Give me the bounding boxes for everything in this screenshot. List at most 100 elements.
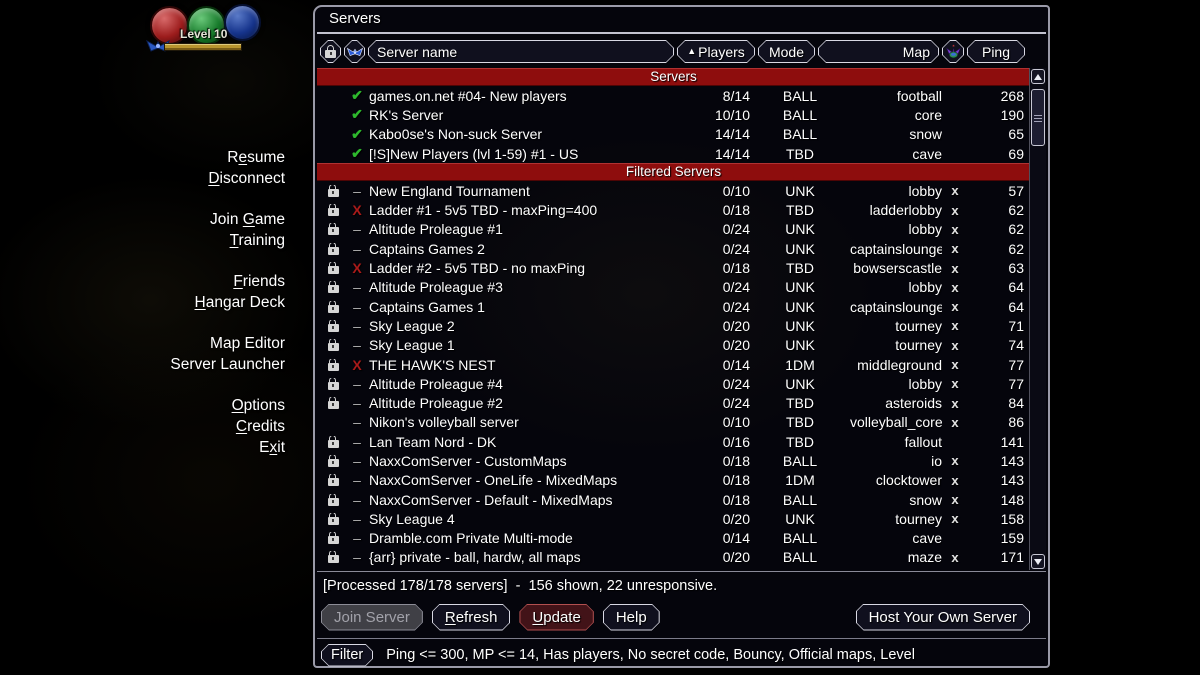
column-map[interactable]: Map [818,40,939,63]
main-menu: ResumeDisconnect Join GameTraining Friends… [0,148,287,479]
table-row[interactable]: – NaxxComServer - OneLife - MixedMaps 0/… [317,471,1030,490]
column-rank-button[interactable] [344,40,365,63]
table-row[interactable]: – {arr} private - ball, hardw, all maps … [317,548,1030,567]
server-players: 0/24 [680,221,750,237]
window-title: Servers [329,10,381,27]
scroll-down-button[interactable] [1031,554,1045,569]
table-row[interactable]: – Altitude Proleague #4 0/24 UNK lobby x… [317,374,1030,393]
column-ping[interactable]: Ping [967,40,1025,63]
server-name: Captains Games 1 [369,299,680,315]
menu-item-friends[interactable]: Friends [0,272,285,293]
menu-item-credits[interactable]: Credits [0,417,285,438]
server-map: middleground [850,357,942,373]
filter-button-label: Filter [322,645,372,666]
table-row[interactable]: – NaxxComServer - Default - MixedMaps 0/… [317,490,1030,509]
table-row[interactable]: ✔ [!S]New Players (lvl 1-59) #1 - US 14/… [317,144,1030,163]
menu-item-options[interactable]: Options [0,396,285,417]
server-ping: 64 [968,299,1024,315]
row-status-icon: – [345,530,369,546]
table-row[interactable]: X Ladder #2 - 5v5 TBD - no maxPing 0/18 … [317,258,1030,277]
table-row[interactable]: – NaxxComServer - CustomMaps 0/18 BALL i… [317,451,1030,470]
server-players: 0/14 [680,530,750,546]
table-row[interactable]: – Captains Games 2 0/24 UNK captainsloun… [317,239,1030,258]
lock-icon [328,343,339,351]
server-ping: 268 [968,88,1024,104]
server-name: Altitude Proleague #1 [369,221,680,237]
table-row[interactable]: – Captains Games 1 0/24 UNK captainsloun… [317,297,1030,316]
lock-icon [328,478,339,486]
table-row[interactable]: – Altitude Proleague #2 0/24 TBD asteroi… [317,393,1030,412]
table-row[interactable]: ✔ RK's Server 10/10 BALL core 190 [317,105,1030,124]
server-mode: BALL [750,453,850,469]
table-row[interactable]: ✔ Kabo0se's Non-suck Server 14/14 BALL s… [317,125,1030,144]
column-official-button[interactable] [942,40,964,63]
scrollbar[interactable] [1029,68,1046,570]
lock-icon [328,363,339,371]
row-status-icon: X [345,357,369,373]
server-ping: 57 [968,183,1024,199]
row-status-icon: X [345,202,369,218]
server-map: tourney [850,318,942,334]
lock-icon [328,227,339,235]
refresh-button[interactable]: Refresh [432,604,511,631]
menu-item-disconnect[interactable]: Disconnect [0,169,285,190]
server-name: Ladder #2 - 5v5 TBD - no maxPing [369,260,680,276]
row-status-icon: – [345,395,369,411]
menu-item-exit[interactable]: Exit [0,438,285,459]
lock-icon [328,536,339,544]
table-row[interactable]: – Sky League 1 0/20 UNK tourney x 74 [317,336,1030,355]
table-row[interactable]: – Nikon's volleyball server 0/10 TBD vol… [317,413,1030,432]
table-row[interactable]: X THE HAWK'S NEST 0/14 1DM middleground … [317,355,1030,374]
column-mode[interactable]: Mode [758,40,815,63]
column-lock-button[interactable] [320,40,341,63]
server-map: maze [850,549,942,565]
help-button[interactable]: Help [603,604,660,631]
server-name: Nikon's volleyball server [369,414,680,430]
server-map: ladderlobby [850,202,942,218]
server-map-flag: x [942,511,968,526]
server-mode: BALL [750,126,850,142]
column-players[interactable]: ▲Players [677,40,755,63]
server-map: io [850,453,942,469]
menu-item-map-editor[interactable]: Map Editor [0,334,285,355]
server-ping: 143 [968,472,1024,488]
menu-group: OptionsCreditsExit [0,396,285,458]
server-name: Altitude Proleague #4 [369,376,680,392]
menu-item-join-game[interactable]: Join Game [0,210,285,231]
table-row[interactable]: – Lan Team Nord - DK 0/16 TBD fallout 14… [317,432,1030,451]
menu-item-resume[interactable]: Resume [0,148,285,169]
table-row[interactable]: ✔ games.on.net #04- New players 8/14 BAL… [317,86,1030,105]
server-map: lobby [850,279,942,295]
menu-item-training[interactable]: Training [0,231,285,252]
scroll-up-button[interactable] [1031,69,1045,84]
server-ping: 65 [968,126,1024,142]
update-button[interactable]: Update [519,604,593,631]
rank-icon [347,47,363,57]
server-players: 0/18 [680,453,750,469]
table-row[interactable]: – Altitude Proleague #1 0/24 UNK lobby x… [317,220,1030,239]
table-row[interactable]: – New England Tournament 0/10 UNK lobby … [317,181,1030,200]
level-label: Level 10 [180,27,227,41]
server-map-flag: x [942,415,968,430]
table-row[interactable]: – Sky League 2 0/20 UNK tourney x 71 [317,316,1030,335]
server-players: 0/24 [680,395,750,411]
menu-item-server-launcher[interactable]: Server Launcher [0,355,285,376]
join-server-button[interactable]: Join Server [321,604,423,631]
server-mode: BALL [750,549,850,565]
filter-button[interactable]: Filter [321,644,373,667]
column-ping-label: Ping [968,41,1024,62]
table-row[interactable]: – Dramble.com Private Multi-mode 0/14 BA… [317,529,1030,548]
row-status-icon: ✔ [345,87,369,104]
scrollbar-thumb[interactable] [1031,89,1045,146]
server-players: 0/24 [680,376,750,392]
table-row[interactable]: – Altitude Proleague #3 0/24 UNK lobby x… [317,278,1030,297]
update-label: Update [520,605,592,630]
menu-group: ResumeDisconnect [0,148,285,189]
menu-item-hangar-deck[interactable]: Hangar Deck [0,293,285,314]
column-server-name[interactable]: Server name [368,40,674,63]
table-row[interactable]: – Sky League 4 0/20 UNK tourney x 158 [317,509,1030,528]
host-your-own-server-button[interactable]: Host Your Own Server [856,604,1030,631]
server-map-flag: x [942,453,968,468]
server-map-flag: x [942,492,968,507]
table-row[interactable]: X Ladder #1 - 5v5 TBD - maxPing=400 0/18… [317,200,1030,219]
